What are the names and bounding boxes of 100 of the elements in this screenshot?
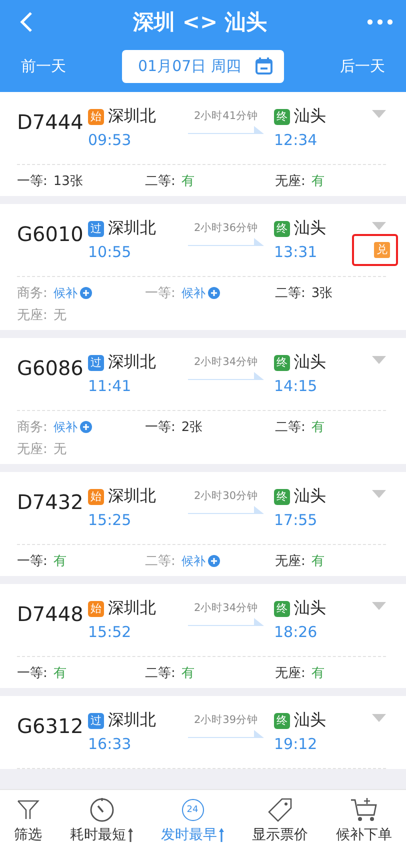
seat-status: 有 <box>181 665 194 682</box>
tab-item[interactable]: 显示票价 <box>252 796 308 844</box>
duration-text: 2小时30分钟 <box>192 489 260 503</box>
time-text: 15:25 <box>88 511 132 529</box>
time-text: 18:26 <box>274 623 318 641</box>
seat-label: 无座: <box>275 173 306 190</box>
train-number: G6312 <box>17 713 84 740</box>
station-badge: 过 <box>88 220 104 236</box>
seat-label: 无座: <box>17 441 48 458</box>
train-card[interactable]: G6312 过 深圳北 16:33 2小时39分钟 终 汕头 19:12 <box>0 696 406 769</box>
dropdown-icon[interactable] <box>372 110 386 118</box>
seat-label: 一等: <box>145 285 176 302</box>
time-text: 11:41 <box>88 377 132 395</box>
arrow-icon <box>188 505 264 515</box>
station-name: 深圳北 <box>108 598 156 619</box>
arrow-icon <box>188 617 264 627</box>
seat-status: 无 <box>53 441 66 458</box>
station-name: 汕头 <box>294 352 326 373</box>
tab-item[interactable]: 筛选 <box>14 796 42 844</box>
seat-status: 无 <box>53 307 66 324</box>
clock-badge: 24 <box>182 798 204 820</box>
station-badge: 终 <box>274 220 290 236</box>
page-title: 深圳 <> 汕头 <box>133 9 267 36</box>
station-name: 汕头 <box>294 598 326 619</box>
seat-label: 二等: <box>275 285 306 302</box>
waitlist-link[interactable]: 候补 <box>181 552 206 570</box>
station-badge: 过 <box>88 712 104 728</box>
train-card[interactable]: G6010 过 深圳北 10:55 2小时36分钟 终 汕头 13:31 兑 商务: 候补 一等: 候补 二等: 3张 无座: 无 <box>0 204 406 330</box>
time-text: 13:31 <box>274 243 318 261</box>
seat-label: 无座: <box>17 307 48 324</box>
cart-icon <box>350 796 378 822</box>
duration-text: 2小时36分钟 <box>192 221 260 235</box>
seat-status: 有 <box>53 553 66 570</box>
plus-icon[interactable] <box>208 555 220 567</box>
seat-status: 有 <box>311 173 324 190</box>
train-number: D7432 <box>17 489 84 516</box>
time-text: 09:53 <box>88 131 132 149</box>
arrow-icon <box>188 729 264 739</box>
tab-item[interactable]: 耗时最短 <box>70 796 133 844</box>
dropdown-icon[interactable] <box>372 356 386 364</box>
time-text: 14:15 <box>274 377 318 395</box>
station-name: 深圳北 <box>108 710 156 731</box>
train-card[interactable]: G6086 过 深圳北 11:41 2小时34分钟 终 汕头 14:15 商务: 候补 一等: 2张 二等: 有 无座: 无 <box>0 338 406 464</box>
station-badge: 终 <box>274 488 290 504</box>
waitlist-link[interactable]: 候补 <box>53 418 78 436</box>
train-card[interactable]: D7444 始 深圳北 09:53 2小时41分钟 终 汕头 12:34 一等: 13张 二等: 有 无座: 有 <box>0 92 406 196</box>
station-name: 汕头 <box>294 486 326 507</box>
station-name: 深圳北 <box>108 486 156 507</box>
time-text: 10:55 <box>88 243 132 261</box>
seat-status: 有 <box>53 665 66 682</box>
waitlist-link[interactable]: 候补 <box>53 284 78 302</box>
dropdown-icon[interactable] <box>372 714 386 722</box>
seat-label: 无座: <box>275 665 306 682</box>
station-name: 汕头 <box>294 106 326 127</box>
sort-icon <box>219 828 224 842</box>
more-icon[interactable] <box>366 19 393 25</box>
train-number: G6086 <box>17 355 84 382</box>
seat-label: 二等: <box>145 173 176 190</box>
seat-count: 2张 <box>181 419 203 436</box>
arrow-icon <box>188 371 264 381</box>
exchange-badge: 兑 <box>374 242 390 258</box>
train-card[interactable]: D7448 始 深圳北 15:52 2小时34分钟 终 汕头 18:26 一等: 有 二等: 有 无座: 有 <box>0 584 406 688</box>
dropdown-icon[interactable] <box>372 490 386 498</box>
seat-status: 有 <box>311 419 324 436</box>
station-name: 汕头 <box>294 710 326 731</box>
back-icon[interactable] <box>19 11 33 33</box>
plus-icon[interactable] <box>80 287 92 299</box>
tag-icon <box>267 796 293 822</box>
waitlist-link[interactable]: 候补 <box>181 284 206 302</box>
duration-text: 2小时41分钟 <box>192 109 260 123</box>
station-name: 深圳北 <box>108 218 156 239</box>
station-badge: 始 <box>88 108 104 124</box>
sort-icon <box>128 828 133 842</box>
plus-icon[interactable] <box>80 421 92 433</box>
station-badge: 终 <box>274 712 290 728</box>
seat-status: 有 <box>311 553 324 570</box>
arrow-icon <box>188 125 264 135</box>
filter-icon <box>16 798 40 822</box>
station-name: 深圳北 <box>108 352 156 373</box>
station-badge: 终 <box>274 108 290 124</box>
seat-status: 有 <box>311 665 324 682</box>
time-text: 17:55 <box>274 511 318 529</box>
seat-label: 二等: <box>275 419 306 436</box>
tab-item[interactable]: 候补下单 <box>336 796 392 844</box>
seat-label: 一等: <box>17 665 48 682</box>
time-text: 15:52 <box>88 623 132 641</box>
station-badge: 终 <box>274 354 290 370</box>
seat-status: 有 <box>181 173 194 190</box>
seat-count: 13张 <box>53 173 83 190</box>
station-badge: 过 <box>88 354 104 370</box>
calendar-icon <box>255 57 273 75</box>
arrow-icon <box>188 237 264 247</box>
duration-text: 2小时39分钟 <box>192 713 260 727</box>
seat-label: 商务: <box>17 285 48 302</box>
plus-icon[interactable] <box>208 287 220 299</box>
dropdown-icon[interactable] <box>372 222 386 230</box>
dropdown-icon[interactable] <box>372 602 386 610</box>
train-card[interactable]: D7432 始 深圳北 15:25 2小时30分钟 终 汕头 17:55 一等: 有 二等: 候补 无座: 有 <box>0 472 406 576</box>
time-text: 16:33 <box>88 735 132 753</box>
time-text: 19:12 <box>274 735 318 753</box>
